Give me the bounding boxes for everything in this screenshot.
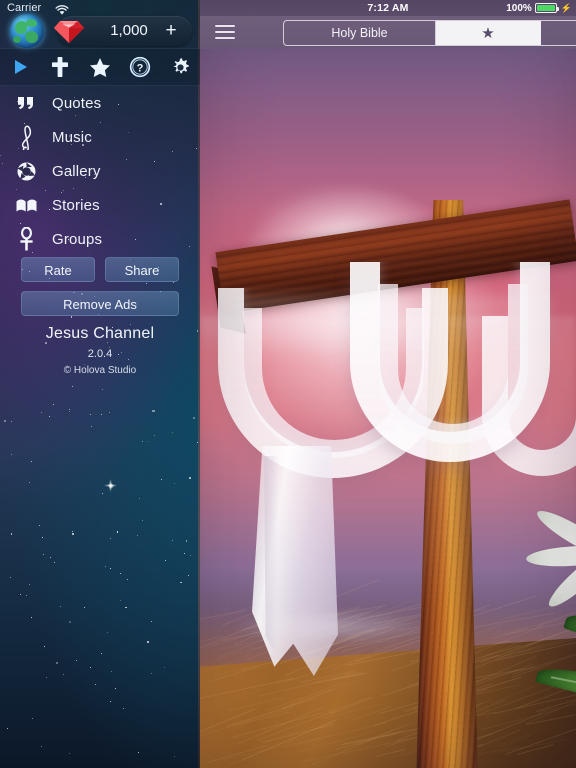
tab-holy-bible[interactable]: Holy Bible xyxy=(284,21,436,45)
tab-favorites[interactable]: ★ xyxy=(436,21,541,45)
main-content-panel: Holy Bible ★ 7:12 AM 100% ⚡ xyxy=(200,0,576,768)
gem-counter[interactable]: 1,000 + xyxy=(54,16,192,46)
rate-button[interactable]: Rate xyxy=(21,257,95,282)
cross-artwork xyxy=(200,16,576,768)
sidebar-item-music[interactable]: Music xyxy=(0,120,200,154)
sidebar-item-gallery[interactable]: Gallery xyxy=(0,154,200,188)
sidebar-menu: Quotes Music Gallery Stories Groups xyxy=(0,86,200,256)
ankh-icon xyxy=(13,226,39,252)
currency-bar: 1,000 + xyxy=(0,14,200,48)
sidebar-item-label: Quotes xyxy=(52,94,102,112)
app-title: Jesus Channel xyxy=(45,325,155,342)
star-icon[interactable] xyxy=(85,52,115,82)
battery-full-icon xyxy=(534,3,559,13)
add-gems-button[interactable]: + xyxy=(160,16,182,46)
hamburger-menu-icon[interactable] xyxy=(215,23,235,41)
carrier-label: Carrier xyxy=(7,2,42,14)
status-right-group: 100% ⚡ xyxy=(506,0,572,16)
sidebar-item-quotes[interactable]: Quotes xyxy=(0,86,200,120)
about-block: Jesus Channel 2.0.4 © Holova Studio xyxy=(0,325,200,376)
svg-text:?: ? xyxy=(137,62,144,74)
easter-lily xyxy=(525,471,576,768)
lily-leaf xyxy=(563,606,576,663)
navigation-bar: Holy Bible ★ xyxy=(200,16,576,49)
quote-icon xyxy=(13,90,39,116)
settings-gear-icon[interactable] xyxy=(165,52,195,82)
sidebar-item-label: Groups xyxy=(52,230,103,248)
battery-percent: 100% xyxy=(506,2,532,14)
app-root: Carrier 1,000 + ? Quotes Music Gallery S… xyxy=(0,0,576,768)
share-button[interactable]: Share xyxy=(105,257,179,282)
bright-star-decoration xyxy=(104,479,117,492)
sidebar-item-groups[interactable]: Groups xyxy=(0,222,200,256)
segmented-control: Holy Bible ★ xyxy=(283,20,576,46)
sidebar-item-label: Stories xyxy=(52,196,100,214)
tab-third[interactable] xyxy=(541,21,576,45)
open-book-icon xyxy=(13,192,39,218)
lily-leaf xyxy=(535,660,576,712)
lightning-bolt-icon: ⚡ xyxy=(560,2,572,13)
sidebar-item-label: Gallery xyxy=(52,162,101,180)
gem-amount: 1,000 xyxy=(110,22,148,39)
app-copyright: © Holova Studio xyxy=(63,365,137,376)
remove-ads-button[interactable]: Remove Ads xyxy=(21,291,179,316)
diamond-icon xyxy=(51,18,87,44)
aperture-icon xyxy=(13,158,39,184)
sidebar-item-label: Music xyxy=(52,128,92,146)
play-icon[interactable] xyxy=(5,52,35,82)
ios-status-bar: 7:12 AM 100% ⚡ xyxy=(200,0,576,16)
quick-action-bar: ? xyxy=(0,48,200,86)
sidebar-item-stories[interactable]: Stories xyxy=(0,188,200,222)
cross-icon[interactable] xyxy=(45,52,75,82)
sidebar-panel: Carrier 1,000 + ? Quotes Music Gallery S… xyxy=(0,0,200,768)
star-icon: ★ xyxy=(481,24,495,42)
globe-icon[interactable] xyxy=(10,14,44,48)
sidebar-actions: Rate Share Remove Ads xyxy=(0,257,200,316)
music-note-icon xyxy=(13,124,39,150)
help-icon[interactable]: ? xyxy=(125,52,155,82)
app-version: 2.0.4 xyxy=(87,348,113,360)
